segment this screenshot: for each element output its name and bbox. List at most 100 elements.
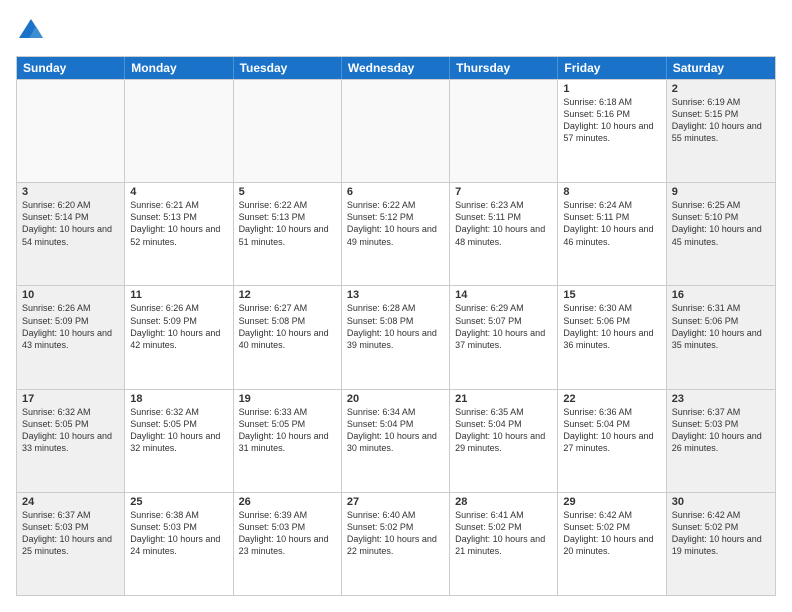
calendar-cell: 21 Sunrise: 6:35 AMSunset: 5:04 PMDayligh… [450,390,558,492]
calendar-cell: 30 Sunrise: 6:42 AMSunset: 5:02 PMDayligh… [667,493,775,595]
calendar-cell: 14Sunrise: 6:29 AMSunset: 5:07 PMDayligh… [450,286,558,388]
calendar-cell [17,80,125,182]
cell-info: Sunrise: 6:33 AMSunset: 5:05 PMDaylight:… [239,407,329,453]
calendar-week-row: 3 Sunrise: 6:20 AMSunset: 5:14 PMDaylight… [17,182,775,285]
calendar-cell: 16Sunrise: 6:31 AMSunset: 5:06 PMDayligh… [667,286,775,388]
cell-info: Sunrise: 6:32 AMSunset: 5:05 PMDaylight:… [130,407,220,453]
calendar-header-cell: Saturday [667,57,775,79]
day-number: 20 [347,393,444,405]
cell-info: Sunrise: 6:18 AMSunset: 5:16 PMDaylight:… [563,97,653,143]
cell-info: Sunrise: 6:32 AMSunset: 5:05 PMDaylight:… [22,407,112,453]
logo [16,16,50,46]
calendar-cell: 17 Sunrise: 6:32 AMSunset: 5:05 PMDayligh… [17,390,125,492]
calendar-cell: 10 Sunrise: 6:26 AMSunset: 5:09 PMDayligh… [17,286,125,388]
calendar-cell: 27 Sunrise: 6:40 AMSunset: 5:02 PMDayligh… [342,493,450,595]
calendar-week-row: 24Sunrise: 6:37 AMSunset: 5:03 PMDayligh… [17,492,775,595]
day-number: 5 [239,186,336,198]
cell-info: Sunrise: 6:19 AMSunset: 5:15 PMDaylight:… [672,97,762,143]
cell-info: Sunrise: 6:22 AMSunset: 5:12 PMDaylight:… [347,200,437,246]
day-number: 6 [347,186,444,198]
calendar-cell: 6 Sunrise: 6:22 AMSunset: 5:12 PMDaylight… [342,183,450,285]
cell-info: Sunrise: 6:38 AMSunset: 5:03 PMDaylight:… [130,510,220,556]
calendar-week-row: 10 Sunrise: 6:26 AMSunset: 5:09 PMDayligh… [17,285,775,388]
day-number: 9 [672,186,770,198]
calendar-cell: 7 Sunrise: 6:23 AMSunset: 5:11 PMDaylight… [450,183,558,285]
day-number: 30 [672,496,770,508]
day-number: 8 [563,186,660,198]
page: SundayMondayTuesdayWednesdayThursdayFrid… [0,0,792,612]
calendar-cell: 25 Sunrise: 6:38 AMSunset: 5:03 PMDayligh… [125,493,233,595]
calendar-header-cell: Tuesday [234,57,342,79]
day-number: 2 [672,83,770,95]
cell-info: Sunrise: 6:24 AMSunset: 5:11 PMDaylight:… [563,200,653,246]
day-number: 3 [22,186,119,198]
calendar-cell: 13 Sunrise: 6:28 AMSunset: 5:08 PMDayligh… [342,286,450,388]
calendar-cell: 3 Sunrise: 6:20 AMSunset: 5:14 PMDaylight… [17,183,125,285]
day-number: 7 [455,186,552,198]
cell-info: Sunrise: 6:42 AMSunset: 5:02 PMDaylight:… [563,510,653,556]
calendar-header-row: SundayMondayTuesdayWednesdayThursdayFrid… [17,57,775,79]
calendar-cell: 15 Sunrise: 6:30 AMSunset: 5:06 PMDayligh… [558,286,666,388]
calendar-cell: 24Sunrise: 6:37 AMSunset: 5:03 PMDayligh… [17,493,125,595]
calendar-header-cell: Monday [125,57,233,79]
calendar-cell: 11 Sunrise: 6:26 AMSunset: 5:09 PMDayligh… [125,286,233,388]
calendar-cell [125,80,233,182]
day-number: 17 [22,393,119,405]
day-number: 28 [455,496,552,508]
header [16,16,776,46]
day-number: 22 [563,393,660,405]
cell-info: Sunrise: 6:21 AMSunset: 5:13 PMDaylight:… [130,200,220,246]
calendar-cell: 28Sunrise: 6:41 AMSunset: 5:02 PMDayligh… [450,493,558,595]
day-number: 29 [563,496,660,508]
day-number: 11 [130,289,227,301]
cell-info: Sunrise: 6:26 AMSunset: 5:09 PMDaylight:… [130,303,220,349]
calendar-cell: 19Sunrise: 6:33 AMSunset: 5:05 PMDayligh… [234,390,342,492]
cell-info: Sunrise: 6:30 AMSunset: 5:06 PMDaylight:… [563,303,653,349]
cell-info: Sunrise: 6:27 AMSunset: 5:08 PMDaylight:… [239,303,329,349]
day-number: 26 [239,496,336,508]
cell-info: Sunrise: 6:37 AMSunset: 5:03 PMDaylight:… [672,407,762,453]
calendar-week-row: 17 Sunrise: 6:32 AMSunset: 5:05 PMDayligh… [17,389,775,492]
calendar-cell: 5 Sunrise: 6:22 AMSunset: 5:13 PMDaylight… [234,183,342,285]
day-number: 14 [455,289,552,301]
day-number: 1 [563,83,660,95]
logo-icon [16,16,46,46]
day-number: 4 [130,186,227,198]
day-number: 10 [22,289,119,301]
calendar-cell: 18 Sunrise: 6:32 AMSunset: 5:05 PMDayligh… [125,390,233,492]
calendar-cell: 12 Sunrise: 6:27 AMSunset: 5:08 PMDayligh… [234,286,342,388]
calendar-header-cell: Friday [558,57,666,79]
calendar-cell: 26 Sunrise: 6:39 AMSunset: 5:03 PMDayligh… [234,493,342,595]
cell-info: Sunrise: 6:25 AMSunset: 5:10 PMDaylight:… [672,200,762,246]
day-number: 12 [239,289,336,301]
calendar-header-cell: Thursday [450,57,558,79]
cell-info: Sunrise: 6:28 AMSunset: 5:08 PMDaylight:… [347,303,437,349]
cell-info: Sunrise: 6:26 AMSunset: 5:09 PMDaylight:… [22,303,112,349]
day-number: 15 [563,289,660,301]
calendar-header-cell: Wednesday [342,57,450,79]
calendar-cell: 8 Sunrise: 6:24 AMSunset: 5:11 PMDaylight… [558,183,666,285]
day-number: 13 [347,289,444,301]
cell-info: Sunrise: 6:40 AMSunset: 5:02 PMDaylight:… [347,510,437,556]
calendar-cell: 2 Sunrise: 6:19 AMSunset: 5:15 PMDaylight… [667,80,775,182]
cell-info: Sunrise: 6:20 AMSunset: 5:14 PMDaylight:… [22,200,112,246]
calendar-cell: 23 Sunrise: 6:37 AMSunset: 5:03 PMDayligh… [667,390,775,492]
cell-info: Sunrise: 6:42 AMSunset: 5:02 PMDaylight:… [672,510,762,556]
day-number: 23 [672,393,770,405]
cell-info: Sunrise: 6:35 AMSunset: 5:04 PMDaylight:… [455,407,545,453]
calendar-cell: 20Sunrise: 6:34 AMSunset: 5:04 PMDayligh… [342,390,450,492]
calendar-header-cell: Sunday [17,57,125,79]
day-number: 21 [455,393,552,405]
calendar: SundayMondayTuesdayWednesdayThursdayFrid… [16,56,776,596]
calendar-cell [342,80,450,182]
calendar-cell: 4 Sunrise: 6:21 AMSunset: 5:13 PMDaylight… [125,183,233,285]
calendar-cell [450,80,558,182]
day-number: 27 [347,496,444,508]
day-number: 25 [130,496,227,508]
cell-info: Sunrise: 6:39 AMSunset: 5:03 PMDaylight:… [239,510,329,556]
cell-info: Sunrise: 6:23 AMSunset: 5:11 PMDaylight:… [455,200,545,246]
cell-info: Sunrise: 6:22 AMSunset: 5:13 PMDaylight:… [239,200,329,246]
calendar-body: 1 Sunrise: 6:18 AMSunset: 5:16 PMDaylight… [17,79,775,595]
day-number: 16 [672,289,770,301]
day-number: 18 [130,393,227,405]
